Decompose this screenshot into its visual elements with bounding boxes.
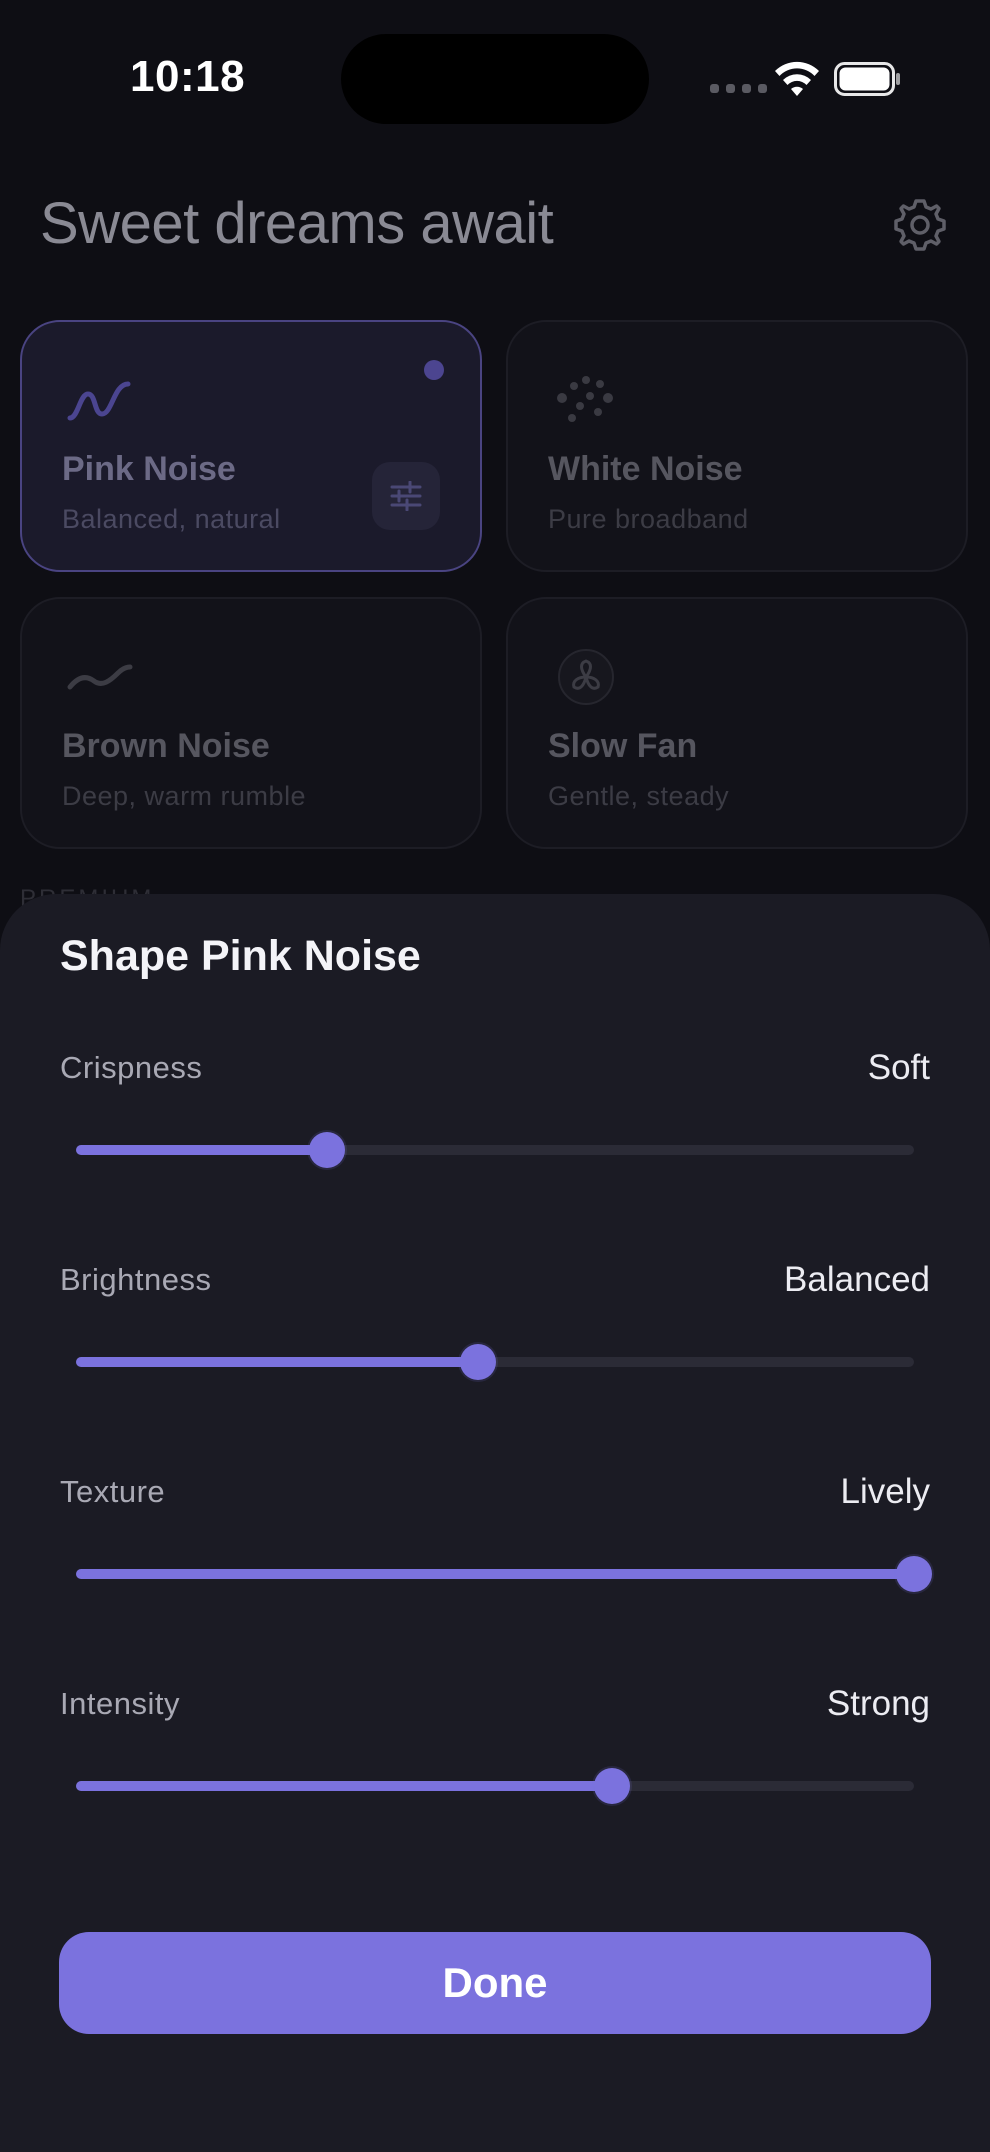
app-screen: 10:18 Sweet dreams await Pink Noise Bala… (0, 0, 990, 2152)
brightness-slider-row: Brightness Balanced (60, 1260, 930, 1442)
slider-fill (76, 1357, 479, 1367)
slider-thumb[interactable] (594, 1768, 631, 1804)
sheet-title: Shape Pink Noise (60, 932, 421, 980)
crispness-slider[interactable] (76, 1132, 914, 1168)
sound-card-pink-noise[interactable]: Pink Noise Balanced, natural (20, 320, 482, 572)
dots-icon (557, 376, 613, 422)
slider-thumb[interactable] (896, 1556, 932, 1592)
slider-label: Crispness (60, 1050, 203, 1085)
slider-fill (76, 1781, 613, 1791)
slider-label: Intensity (60, 1686, 180, 1721)
sound-card-white-noise[interactable]: White Noise Pure broadband (506, 320, 968, 572)
slider-value: Strong (826, 1684, 930, 1723)
sound-card-slow-fan[interactable]: Slow Fan Gentle, steady (506, 597, 968, 849)
texture-slider[interactable] (76, 1556, 932, 1592)
sound-card-title: White Noise (548, 450, 743, 488)
sound-card-title: Brown Noise (62, 727, 270, 765)
adjust-sound-button[interactable] (372, 462, 440, 530)
page-title: Sweet dreams await (40, 191, 554, 256)
intensity-slider-row: Intensity Strong (60, 1684, 930, 1866)
slider-value: Lively (840, 1472, 930, 1511)
slider-thumb[interactable] (460, 1344, 497, 1380)
battery-icon (834, 62, 900, 96)
crispness-slider-row: Crispness Soft (60, 1048, 930, 1230)
sliders-icon (390, 481, 422, 511)
fan-icon (558, 649, 614, 705)
cellular-signal-icon (710, 84, 767, 93)
texture-slider-row: Texture Lively (60, 1472, 932, 1654)
sound-card-subtitle: Deep, warm rumble (62, 781, 307, 811)
wave-icon (67, 381, 131, 421)
shape-sound-sheet: Shape Pink Noise Crispness Soft Brightne… (0, 894, 990, 2152)
slider-value: Soft (867, 1048, 930, 1087)
slider-thumb[interactable] (309, 1132, 346, 1168)
sound-card-title: Slow Fan (548, 727, 698, 765)
slider-label: Texture (60, 1474, 166, 1509)
done-button[interactable]: Done (59, 1932, 931, 2034)
active-indicator-dot (424, 360, 444, 380)
curve-icon (67, 664, 133, 690)
dynamic-island (341, 34, 649, 124)
slider-label: Brightness (60, 1262, 212, 1297)
intensity-slider[interactable] (76, 1768, 914, 1804)
sound-card-subtitle: Balanced, natural (62, 504, 281, 534)
gear-icon[interactable] (890, 195, 950, 255)
slider-value: Balanced (784, 1260, 930, 1299)
slider-fill (76, 1145, 328, 1155)
slider-fill (76, 1569, 914, 1579)
status-time: 10:18 (130, 52, 246, 101)
sound-card-subtitle: Pure broadband (548, 504, 749, 534)
wifi-icon (775, 61, 819, 96)
brightness-slider[interactable] (76, 1344, 914, 1380)
sound-card-title: Pink Noise (62, 450, 236, 488)
sound-card-brown-noise[interactable]: Brown Noise Deep, warm rumble (20, 597, 482, 849)
sound-card-subtitle: Gentle, steady (548, 781, 730, 811)
